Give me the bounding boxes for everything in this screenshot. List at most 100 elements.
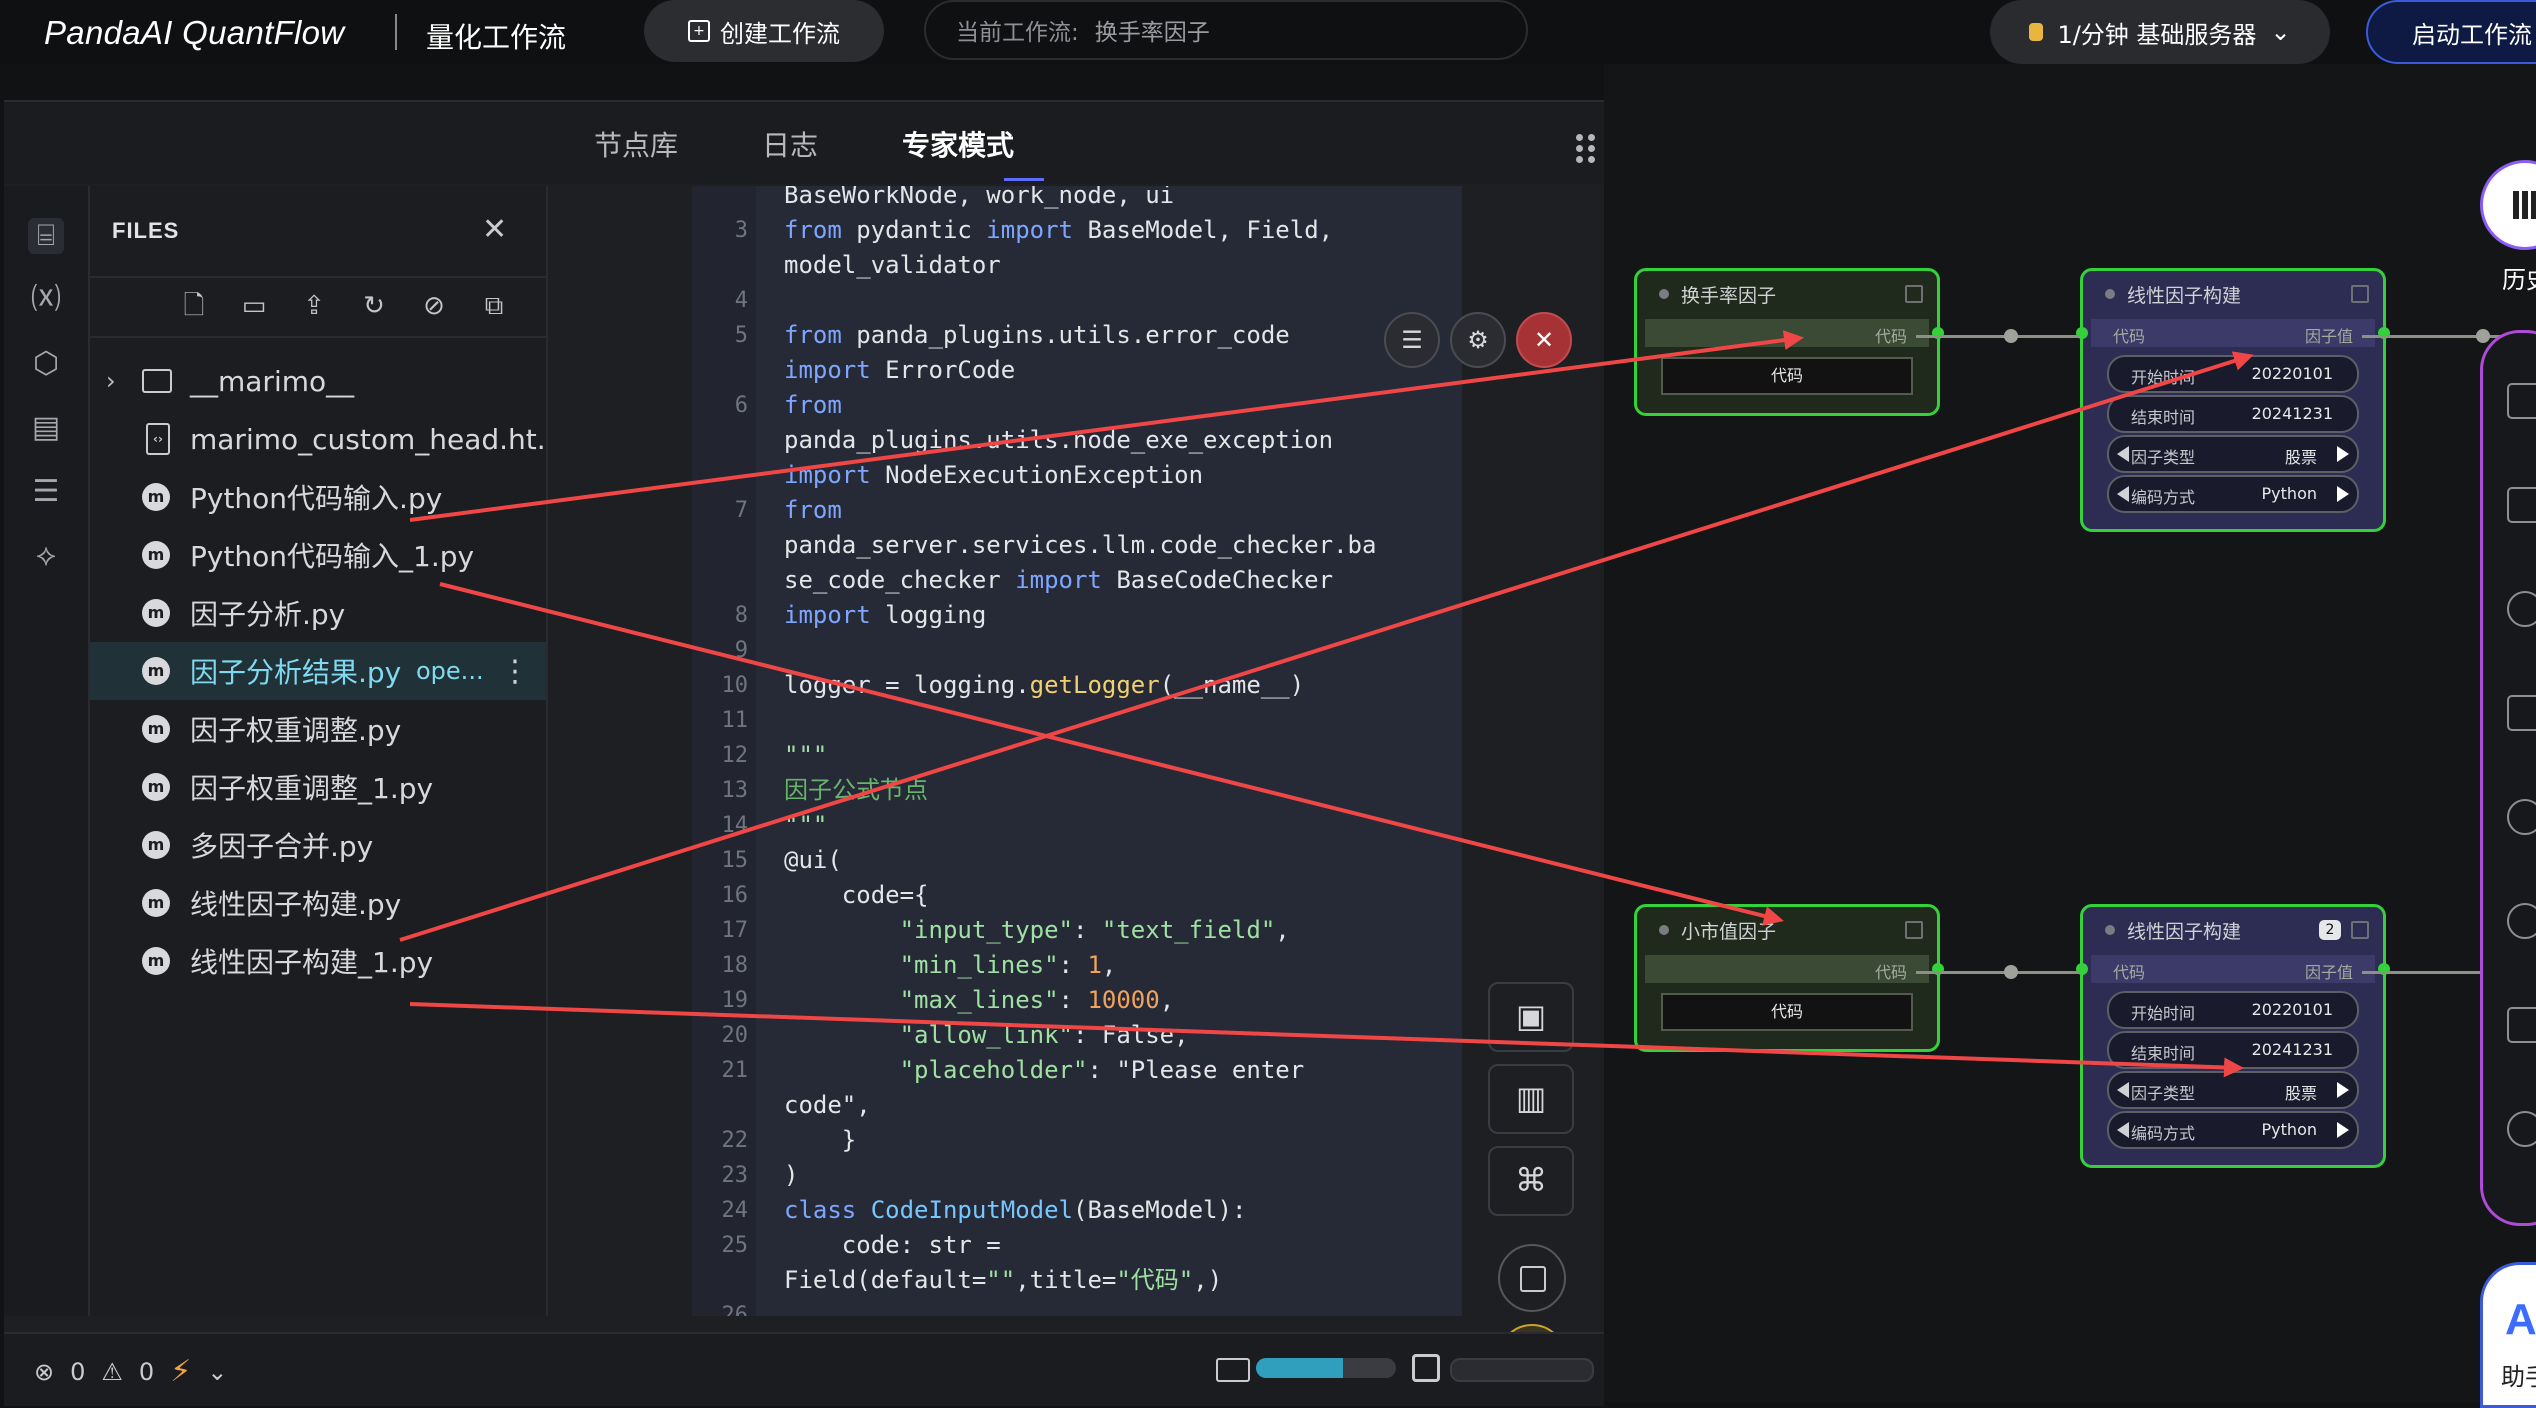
brand-divider [395, 14, 397, 50]
end-date-field[interactable]: 结束时间 20241231 [2107, 395, 2359, 433]
command-icon[interactable]: ⌘ [1488, 1146, 1574, 1216]
tree-file[interactable]: ‹› marimo_custom_head.ht... [90, 410, 563, 468]
tree-file[interactable]: m 因子权重调整_1.py [90, 758, 546, 816]
upload-icon[interactable]: ⇪ [300, 292, 328, 320]
memory-progress [1256, 1358, 1396, 1378]
arrow-right-icon[interactable] [2337, 446, 2349, 462]
tab-logs[interactable]: 日志 [762, 124, 818, 164]
field-label: 开始时间 [2131, 1004, 2196, 1023]
trash-icon[interactable] [2507, 695, 2536, 731]
back-arrow-icon[interactable] [2507, 591, 2536, 627]
node-turnover-factor[interactable]: 换手率因子 代码 代码 [1634, 268, 1944, 416]
tree-file[interactable]: m 线性因子构建_1.py [90, 932, 546, 990]
node-header: 线性因子构建 2 [2083, 907, 2383, 953]
zoom-in-icon[interactable] [2507, 799, 2536, 835]
current-workflow-field[interactable]: 当前工作流: 换手率因子 [924, 0, 1528, 60]
assistant-button[interactable]: A 助手 [2480, 1262, 2536, 1408]
scroll-icon[interactable]: ▤ [28, 410, 64, 446]
arrow-left-icon[interactable] [2117, 446, 2129, 462]
edge-midpoint[interactable] [2004, 329, 2018, 343]
brand-logo: PandaAI QuantFlow [44, 14, 345, 51]
variables-icon[interactable]: ⒳ [28, 282, 64, 318]
marimo-icon: m [142, 947, 170, 975]
new-folder-icon[interactable]: ▭ [240, 292, 268, 320]
start-date-field[interactable]: 开始时间 20220101 [2107, 355, 2359, 393]
package-icon[interactable]: ⬡ [28, 346, 64, 382]
factor-type-select[interactable]: 因子类型 股票 [2107, 435, 2359, 473]
arrow-left-icon[interactable] [2117, 486, 2129, 502]
code-field[interactable]: 代码 [1661, 357, 1913, 395]
kebab-menu-icon[interactable]: ⋮ [500, 654, 530, 689]
create-workflow-button[interactable]: + 创建工作流 [644, 0, 884, 62]
start-date-field[interactable]: 开始时间 20220101 [2107, 991, 2359, 1029]
edge-midpoint[interactable] [2004, 965, 2018, 979]
refresh-icon[interactable]: ↻ [360, 292, 388, 320]
arrow-right-icon[interactable] [2337, 1122, 2349, 1138]
export-icon[interactable] [2507, 487, 2536, 523]
arrow-right-icon[interactable] [2337, 1082, 2349, 1098]
workflow-canvas[interactable]: 换手率因子 代码 代码 线性因子构建 代码 因子值 开始时间 20220101 … [1604, 64, 2536, 1402]
menu-icon[interactable]: ☰ [1384, 312, 1440, 368]
edit-icon[interactable] [1905, 285, 1923, 303]
node-linear-factor[interactable]: 线性因子构建 代码 因子值 开始时间 20220101 结束时间 2024123… [2076, 268, 2390, 532]
collapse-all-icon[interactable]: ⧉ [480, 292, 508, 320]
status-dot [1659, 289, 1669, 299]
cpu-progress [1450, 1358, 1594, 1382]
factor-type-select[interactable]: 因子类型 股票 [2107, 1071, 2359, 1109]
fit-view-icon[interactable] [2507, 1111, 2536, 1147]
server-select[interactable]: 1/分钟 基础服务器 ⌄ [1990, 0, 2330, 64]
line-number: 23 [721, 1163, 749, 1188]
tree-file[interactable]: m 因子权重调整.py [90, 700, 546, 758]
encoding-select[interactable]: 编码方式 Python [2107, 1111, 2359, 1149]
zoom-out-icon[interactable] [2507, 903, 2536, 939]
node-linear-factor-2[interactable]: 线性因子构建 2 代码 因子值 开始时间 20220101 结束时间 20241… [2076, 904, 2390, 1168]
tree-file[interactable]: m Python代码输入_1.py [90, 526, 546, 584]
code-line: 4 [692, 283, 1462, 318]
bar-chart-icon [2513, 191, 2536, 219]
file-name: __marimo__ [190, 364, 355, 398]
edit-icon[interactable] [2351, 921, 2369, 939]
tab-expert-mode[interactable]: 专家模式 [902, 124, 1014, 164]
server-label: 1/分钟 基础服务器 [2057, 20, 2257, 49]
panel-tabs: 节点库 日志 专家模式 [4, 102, 1604, 184]
save-icon[interactable] [2507, 383, 2536, 419]
gear-icon[interactable]: ⚙ [1450, 312, 1506, 368]
node-small-cap-factor[interactable]: 小市值因子 代码 代码 [1634, 904, 1944, 1052]
file-tree-icon[interactable]: ⌸ [28, 218, 64, 254]
close-icon[interactable]: ✕ [482, 212, 507, 247]
layout-icon[interactable]: ▥ [1488, 1064, 1574, 1134]
history-button[interactable] [2480, 160, 2536, 250]
bolt-icon[interactable]: ⚡ [170, 1354, 191, 1389]
edit-icon[interactable] [2351, 285, 2369, 303]
encoding-select[interactable]: 编码方式 Python [2107, 475, 2359, 513]
code-line: 14 """ [692, 808, 1462, 843]
save-icon[interactable]: ▣ [1488, 982, 1574, 1052]
tree-folder-marimo[interactable]: › __marimo__ [90, 352, 546, 410]
code-line: se_code_checker import BaseCodeChecker [692, 563, 1462, 598]
search-list-icon[interactable]: ☰ [28, 474, 64, 510]
code-editor[interactable]: BaseWorkNode, work_node, ui 3 from pydanti… [692, 186, 1462, 1316]
tree-file-selected[interactable]: m 因子分析结果.py ope... ⋮ [90, 642, 546, 700]
close-icon[interactable]: ✕ [1516, 312, 1572, 368]
chevron-down-icon[interactable]: ⌄ [207, 1358, 227, 1386]
tree-file[interactable]: m 线性因子构建.py [90, 874, 546, 932]
cpu-icon[interactable] [1412, 1354, 1440, 1382]
tree-file[interactable]: m Python代码输入.py [90, 468, 546, 526]
edit-icon[interactable] [1905, 921, 1923, 939]
new-file-icon[interactable]: 🗋 [180, 292, 208, 320]
start-workflow-button[interactable]: 启动工作流 [2366, 0, 2536, 64]
tree-file[interactable]: m 因子分析.py [90, 584, 546, 642]
code-field[interactable]: 代码 [1661, 993, 1913, 1031]
hide-icon[interactable]: ⊘ [420, 292, 448, 320]
tree-file[interactable]: m 多因子合并.py [90, 816, 546, 874]
dependency-graph-icon[interactable]: ⟡ [28, 538, 64, 574]
end-date-field[interactable]: 结束时间 20241231 [2107, 1031, 2359, 1069]
arrow-left-icon[interactable] [2117, 1122, 2129, 1138]
stop-button[interactable] [1498, 1244, 1566, 1312]
tab-node-library[interactable]: 节点库 [594, 124, 678, 164]
arrow-left-icon[interactable] [2117, 1082, 2129, 1098]
move-icon[interactable] [2507, 1007, 2536, 1043]
drag-handle-icon[interactable] [1576, 134, 1596, 163]
arrow-right-icon[interactable] [2337, 486, 2349, 502]
keyboard-icon[interactable] [1216, 1358, 1250, 1382]
